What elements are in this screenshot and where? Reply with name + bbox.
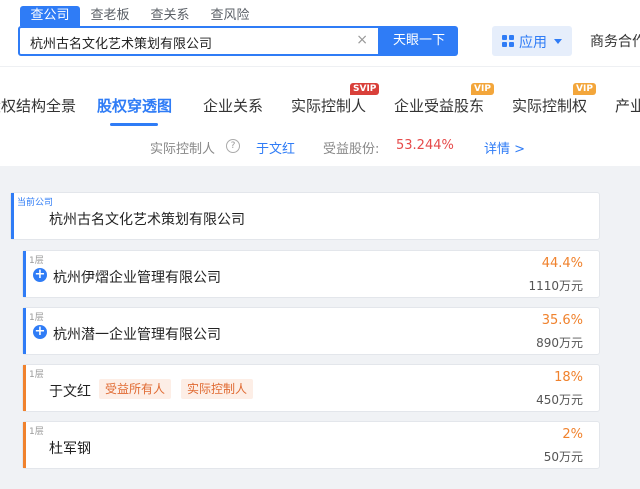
- search-box: ×: [18, 26, 380, 56]
- caret-down-icon: [554, 39, 562, 44]
- detail-link[interactable]: 详情 >: [484, 138, 525, 157]
- level-label: 1层: [29, 370, 44, 380]
- equity-nav: 股权结构全景 股权穿透图 企业关系 实际控制人 SVIP 企业受益股东 VIP …: [0, 66, 640, 127]
- card-accent-bar: [23, 422, 26, 468]
- search-tab-risk[interactable]: 查风险: [200, 6, 260, 26]
- tab-beneficial-shareholders[interactable]: 企业受益股东: [394, 95, 484, 116]
- shareholder-card[interactable]: 1层 杜军钢 2% 50万元: [22, 421, 600, 469]
- search-tab-company[interactable]: 查公司: [20, 6, 80, 26]
- tab-equity-structure[interactable]: 股权结构全景: [0, 95, 76, 116]
- beneficial-owner-tag: 受益所有人: [99, 379, 172, 399]
- controller-label: 实际控制人: [150, 142, 216, 157]
- vip-badge: VIP: [573, 83, 596, 95]
- level-label: 1层: [29, 427, 44, 437]
- search-input[interactable]: [28, 31, 352, 53]
- share-value: 53.244%: [396, 138, 454, 153]
- share-percent: 35.6%: [541, 313, 583, 328]
- controller-name-link[interactable]: 于文红: [256, 138, 295, 157]
- expand-plus-icon[interactable]: +: [33, 268, 47, 282]
- card-accent-bar: [11, 193, 14, 239]
- card-accent-bar: [23, 308, 26, 354]
- current-company-card: 当前公司 杭州古名文化艺术策划有限公司: [10, 192, 600, 240]
- current-company-tag: 当前公司: [17, 198, 54, 208]
- grid-icon: [502, 35, 514, 47]
- card-accent-bar: [23, 251, 26, 297]
- card-accent-bar: [23, 365, 26, 411]
- share-percent: 2%: [562, 427, 583, 442]
- share-percent: 44.4%: [541, 256, 583, 271]
- vip-badge: VIP: [471, 83, 494, 95]
- tab-control-rights[interactable]: 实际控制权: [512, 95, 587, 116]
- share-percent: 18%: [554, 370, 583, 385]
- expand-plus-icon[interactable]: +: [33, 325, 47, 339]
- search-tab-relation[interactable]: 查关系: [140, 6, 200, 26]
- search-button[interactable]: 天眼一下: [380, 26, 458, 56]
- level-label: 1层: [29, 256, 44, 266]
- shareholder-name[interactable]: 杜军钢: [49, 438, 91, 458]
- search-tab-boss[interactable]: 查老板: [80, 6, 140, 26]
- share-amount: 1110万元: [528, 279, 583, 293]
- level-label: 1层: [29, 313, 44, 323]
- shareholder-name[interactable]: 杭州潜一企业管理有限公司: [53, 324, 221, 344]
- share-amount: 890万元: [536, 336, 583, 350]
- clear-icon[interactable]: ×: [356, 32, 368, 48]
- shareholder-card[interactable]: 1层 于文红 受益所有人 实际控制人 18% 450万元: [22, 364, 600, 412]
- share-amount: 450万元: [536, 393, 583, 407]
- current-company-name[interactable]: 杭州古名文化艺术策划有限公司: [49, 209, 245, 229]
- share-label: 受益股份:: [323, 142, 380, 157]
- app-menu-button[interactable]: 应用: [492, 26, 572, 56]
- tab-industry[interactable]: 产业: [615, 95, 640, 116]
- app-menu-label: 应用: [519, 35, 547, 51]
- top-bar: 查公司 查老板 查关系 查风险 × 天眼一下 应用 商务合作: [0, 0, 640, 66]
- shareholder-name[interactable]: 杭州伊熠企业管理有限公司: [53, 267, 221, 287]
- shareholder-card[interactable]: 1层 + 杭州伊熠企业管理有限公司 44.4% 1110万元: [22, 250, 600, 298]
- shareholder-name[interactable]: 于文红: [49, 381, 91, 401]
- shareholder-card[interactable]: 1层 + 杭州潜一企业管理有限公司 35.6% 890万元: [22, 307, 600, 355]
- tab-actual-controller[interactable]: 实际控制人: [291, 95, 366, 116]
- svip-badge: SVIP: [350, 83, 380, 95]
- tab-enterprise-relations[interactable]: 企业关系: [203, 95, 263, 116]
- tab-equity-penetration[interactable]: 股权穿透图: [97, 95, 172, 116]
- share-amount: 50万元: [543, 450, 583, 464]
- actual-controller-tag: 实际控制人: [181, 379, 254, 399]
- business-cooperation-link[interactable]: 商务合作: [590, 31, 640, 51]
- help-icon[interactable]: ?: [226, 139, 240, 153]
- controller-summary: 实际控制人 ? 于文红 受益股份: 53.244% 详情 >: [0, 126, 640, 166]
